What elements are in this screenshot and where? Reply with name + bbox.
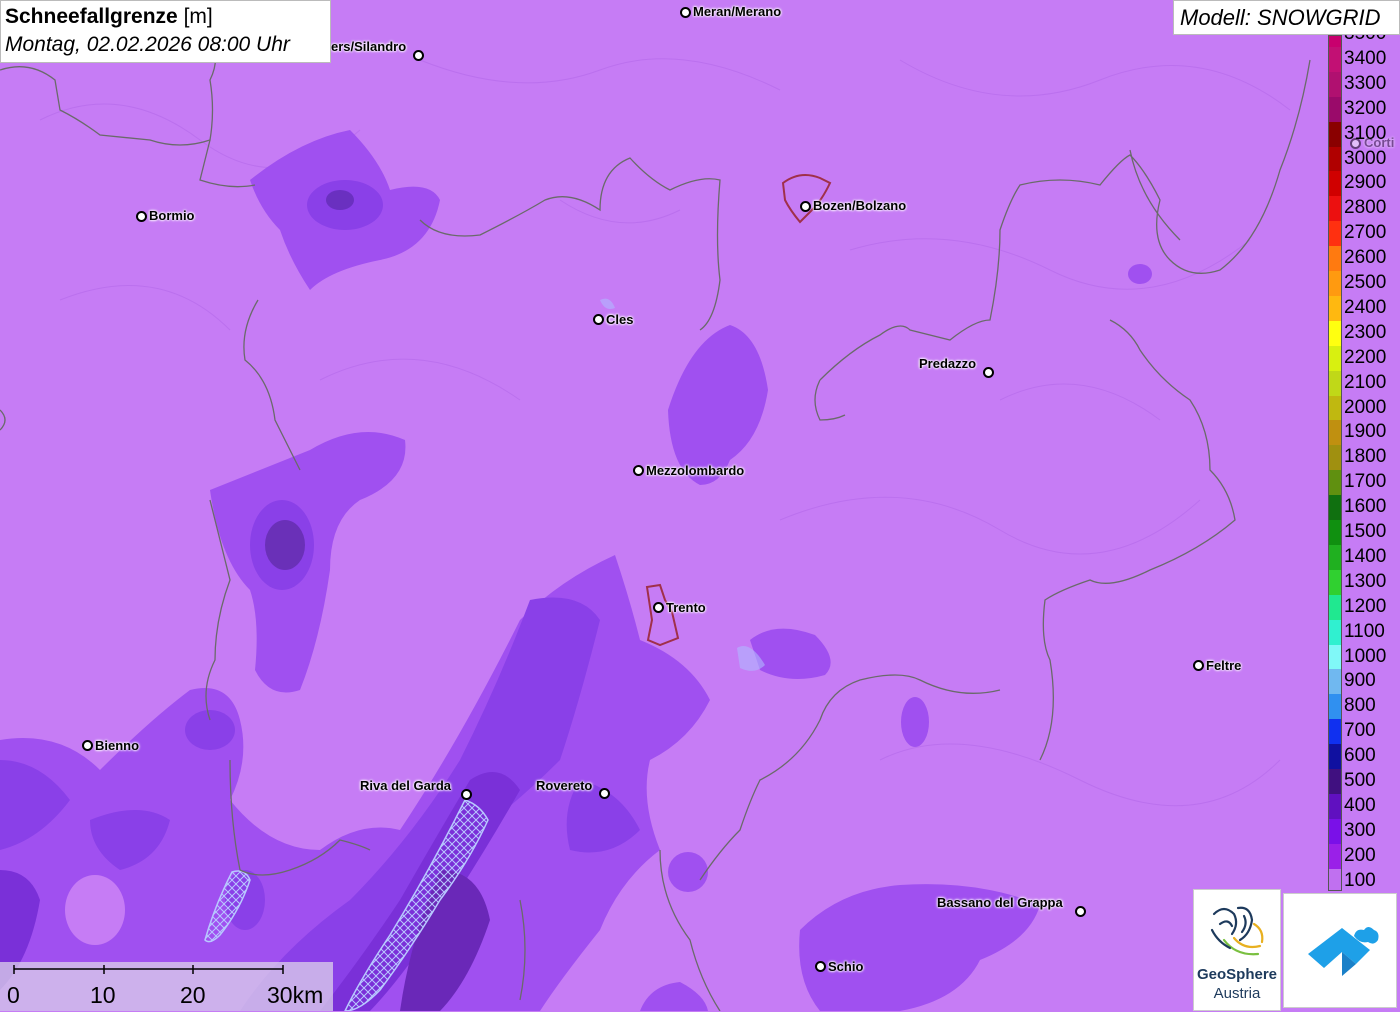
city-dot [461, 789, 472, 800]
city-label[interactable]: Rovereto [536, 779, 592, 793]
city-label[interactable]: Trento [666, 601, 706, 615]
legend-label: 1100 [1344, 620, 1385, 642]
city-label[interactable]: Bienno [95, 739, 139, 753]
legend-label: 700 [1344, 720, 1376, 742]
scale-label: 10 [90, 982, 116, 1008]
legend-label: 1200 [1344, 595, 1387, 617]
weather-app-logo[interactable] [1283, 893, 1397, 1008]
scale-label: 30km [267, 982, 324, 1008]
city-label[interactable]: Bassano del Grappa [937, 896, 1063, 910]
geosphere-emblem-icon [1210, 906, 1264, 956]
house-cloud-icon [1308, 927, 1379, 976]
city-label[interactable]: Meran/Merano [693, 5, 781, 19]
legend-label: 3300 [1344, 72, 1387, 94]
legend-label: 3100 [1344, 122, 1387, 144]
legend-label: 2100 [1344, 371, 1387, 393]
title-unit: [m] [183, 5, 213, 28]
legend-label: 1300 [1344, 570, 1387, 592]
legend-label: 2900 [1344, 172, 1387, 194]
city-dot [599, 788, 610, 799]
city-label[interactable]: Cles [606, 313, 633, 327]
legend-label: 3000 [1344, 147, 1387, 169]
legend-label: 400 [1344, 794, 1376, 816]
city-dot [983, 367, 994, 378]
legend-label: 300 [1344, 819, 1376, 841]
legend-label: 3200 [1344, 97, 1387, 119]
forecast-datetime: Montag, 02.02.2026 08:00 Uhr [5, 33, 290, 56]
legend-label: 2000 [1344, 396, 1387, 418]
legend-label: 1000 [1344, 645, 1387, 667]
city-label[interactable]: Schio [828, 960, 863, 974]
legend-label: 1600 [1344, 496, 1387, 518]
title-parameter: Schneefallgrenze [5, 5, 178, 28]
map-canvas[interactable] [0, 0, 1400, 1011]
legend-label: 600 [1344, 745, 1376, 767]
city-dot [413, 50, 424, 61]
map-title: Schneefallgrenze [m] [5, 3, 326, 31]
city-dot [680, 7, 691, 18]
city-dot [800, 201, 811, 212]
geosphere-subname: Austria [1213, 985, 1261, 1002]
legend-label: 1800 [1344, 446, 1387, 468]
legend-label: 2800 [1344, 197, 1387, 219]
map-title-box: Schneefallgrenze [m] Montag, 02.02.2026 … [0, 0, 331, 63]
scale-label: 0 [7, 982, 20, 1008]
city-dot [1193, 660, 1204, 671]
legend-label: 1500 [1344, 521, 1387, 542]
legend-label: 1400 [1344, 545, 1387, 567]
legend-labels: 3500 3400 3300 3200 3100 3000 2900 2800 2700 2600… [1328, 35, 1400, 891]
legend-label: 900 [1344, 670, 1376, 692]
legend-label: 2600 [1344, 247, 1387, 269]
geosphere-logo[interactable]: GeoSphere Austria [1193, 889, 1281, 1011]
city-dot [1075, 906, 1086, 917]
legend-label: 1900 [1344, 421, 1387, 443]
legend-label: 500 [1344, 770, 1376, 791]
model-label: Modell: SNOWGRID [1173, 0, 1400, 35]
city-dot [82, 740, 93, 751]
legend-label: 200 [1344, 844, 1376, 866]
city-dot [136, 211, 147, 222]
legend-label: 3400 [1344, 47, 1387, 69]
legend-label: 2200 [1344, 346, 1387, 368]
city-label[interactable]: Bormio [149, 209, 195, 223]
scale-bar: 0 10 20 30km [0, 962, 333, 1011]
city-label[interactable]: Mezzolombardo [646, 464, 744, 478]
city-dot [593, 314, 604, 325]
city-dot [653, 602, 664, 613]
geosphere-name: GeoSphere [1196, 966, 1278, 983]
legend-label: 2300 [1344, 321, 1387, 343]
legend-label: 2700 [1344, 222, 1387, 244]
city-dot [633, 465, 644, 476]
color-legend: 3500 3400 3300 3200 3100 3000 2900 2800 2700 2600… [1328, 35, 1400, 891]
legend-label: 2500 [1344, 272, 1387, 293]
scale-label: 20 [180, 982, 206, 1008]
legend-label: 2400 [1344, 296, 1387, 318]
legend-label: 800 [1344, 695, 1376, 717]
city-label[interactable]: Riva del Garda [360, 779, 451, 793]
legend-label: 100 [1344, 869, 1376, 891]
legend-label: 1700 [1344, 471, 1387, 493]
city-label[interactable]: Feltre [1206, 659, 1241, 673]
city-label[interactable]: Bozen/Bolzano [813, 199, 906, 213]
city-dot [815, 961, 826, 972]
city-label[interactable]: Predazzo [919, 357, 976, 371]
legend-label: 3500 [1344, 35, 1386, 44]
city-label[interactable]: ers/Silandro [331, 40, 406, 54]
